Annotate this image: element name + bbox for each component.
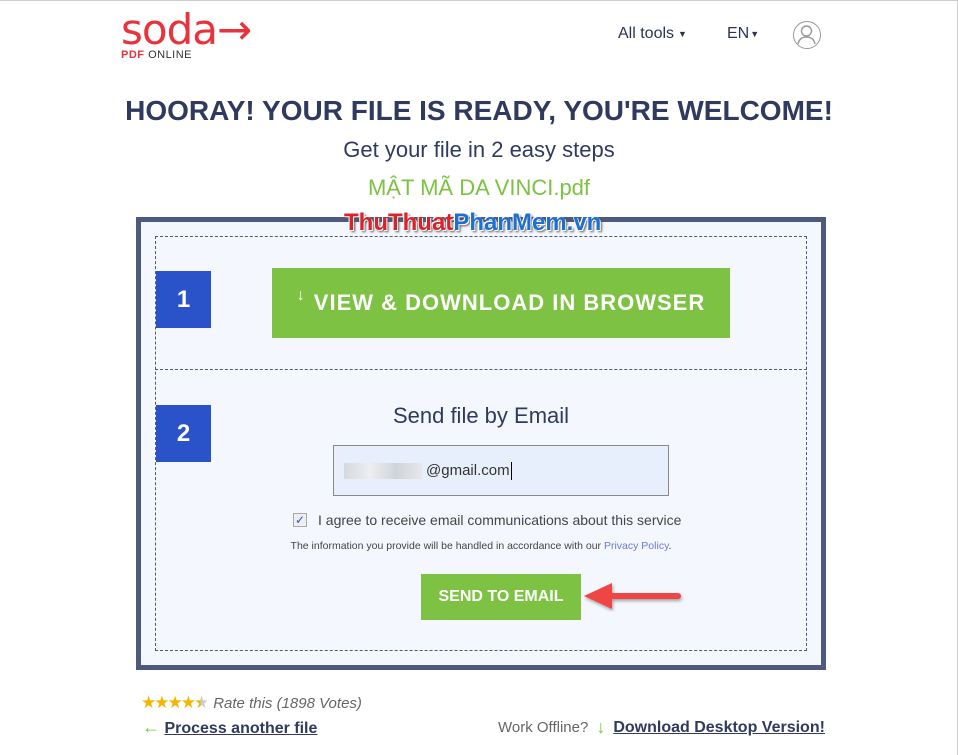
rating-stars-icon[interactable]: ★★★★★ [141,693,209,713]
all-tools-label: All tools [618,25,675,42]
user-account-icon[interactable] [793,21,821,49]
offline-section: Work Offline? ↓ Download Desktop Version! [498,717,825,738]
view-download-button[interactable]: ↓ VIEW & DOWNLOAD IN BROWSER [272,268,730,338]
arrow-down-icon: ↓ [596,717,606,737]
privacy-info-end: . [668,540,672,552]
agree-label[interactable]: I agree to receive email communications … [318,512,681,528]
blurred-username [344,462,422,479]
file-name: MẬT MÃ DA VINCI.pdf [367,175,591,200]
page-subtitle: Get your file in 2 easy steps [343,137,615,162]
caret-down-icon: ▼ [750,28,760,39]
step-1-badge: 1 [156,271,211,328]
send-to-email-label: SEND TO EMAIL [438,588,564,605]
send-to-email-button[interactable]: SEND TO EMAIL [421,574,581,620]
send-email-heading: Send file by Email [392,403,570,428]
text-cursor [510,461,512,480]
process-another-label: Process another file [164,720,318,737]
privacy-policy-link[interactable]: Privacy Policy [604,540,669,552]
step-divider [155,369,807,370]
privacy-info: The information you provide will be hand… [155,540,807,552]
agree-checkbox[interactable]: ✓ [293,513,307,527]
privacy-info-text: The information you provide will be hand… [290,540,602,552]
rating-text: Rate this (1898 Votes) [213,694,362,712]
all-tools-menu[interactable]: All tools ▼ [618,25,687,43]
language-label: EN [727,25,750,42]
logo-text: soda [121,5,218,54]
arrow-right-icon: → [216,5,252,54]
logo-sub-bold: PDF [121,49,145,61]
watermark: ThuThuatPhanMem.vn [344,209,602,236]
email-input[interactable]: @gmail.com [333,445,669,496]
language-menu[interactable]: EN▼ [727,25,759,43]
caret-down-icon: ▼ [678,28,687,39]
arrow-left-icon: ← [142,717,160,737]
email-value: @gmail.com [426,462,510,479]
page-title: HOORAY! YOUR FILE IS READY, YOU'RE WELCO… [125,95,833,126]
rating: ★★★★★ Rate this (1898 Votes) [141,693,362,713]
logo-sub: ONLINE [148,49,193,61]
work-offline-label: Work Offline? [498,719,589,736]
red-arrow-annotation [584,583,681,609]
view-download-label: VIEW & DOWNLOAD IN BROWSER [313,290,706,315]
download-desktop-link[interactable]: Download Desktop Version! [613,719,825,737]
soda-logo[interactable]: soda→ PDF ONLINE [121,9,252,62]
process-another-link[interactable]: ← Process another file [142,717,317,738]
download-arrow-icon: ↓ [296,287,306,304]
